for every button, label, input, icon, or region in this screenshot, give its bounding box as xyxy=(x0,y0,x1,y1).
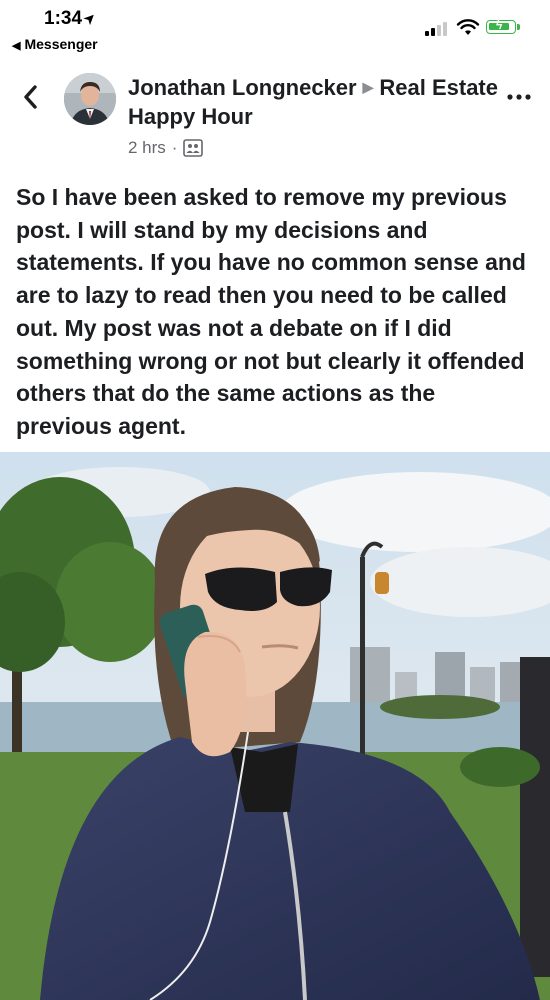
charging-bolt-icon: ϟ xyxy=(496,18,503,32)
battery-cap xyxy=(517,24,520,30)
wifi-icon xyxy=(456,19,480,35)
meta-separator: · xyxy=(171,138,178,157)
battery-icon: ϟ xyxy=(486,18,516,34)
back-to-app-link[interactable]: ◀ Messenger xyxy=(12,36,98,52)
cellular-signal-icon xyxy=(425,22,453,36)
status-bar: 1:34➤ ◀ Messenger ϟ xyxy=(0,0,550,58)
back-app-label: Messenger xyxy=(24,36,98,52)
avatar[interactable] xyxy=(64,73,116,125)
more-options-icon[interactable] xyxy=(507,93,531,101)
post-author-line: Jonathan Longnecker ▶ Real Estate Happy Ho… xyxy=(128,73,498,131)
post-photo[interactable] xyxy=(0,452,550,1000)
post-meta: 2 hrs · xyxy=(128,138,204,158)
post-time[interactable]: 2 hrs xyxy=(128,138,166,158)
group-icon xyxy=(183,139,204,157)
status-time-text: 1:34 xyxy=(44,8,83,29)
post-text: So I have been asked to remove my previo… xyxy=(16,184,526,439)
author-name[interactable]: Jonathan Longnecker xyxy=(128,75,357,100)
share-arrow-icon: ▶ xyxy=(362,79,374,95)
back-chevron-icon[interactable] xyxy=(20,82,42,112)
status-time: 1:34➤ xyxy=(44,8,99,30)
back-triangle-icon: ◀ xyxy=(12,40,21,52)
location-arrow-icon: ➤ xyxy=(80,9,99,28)
